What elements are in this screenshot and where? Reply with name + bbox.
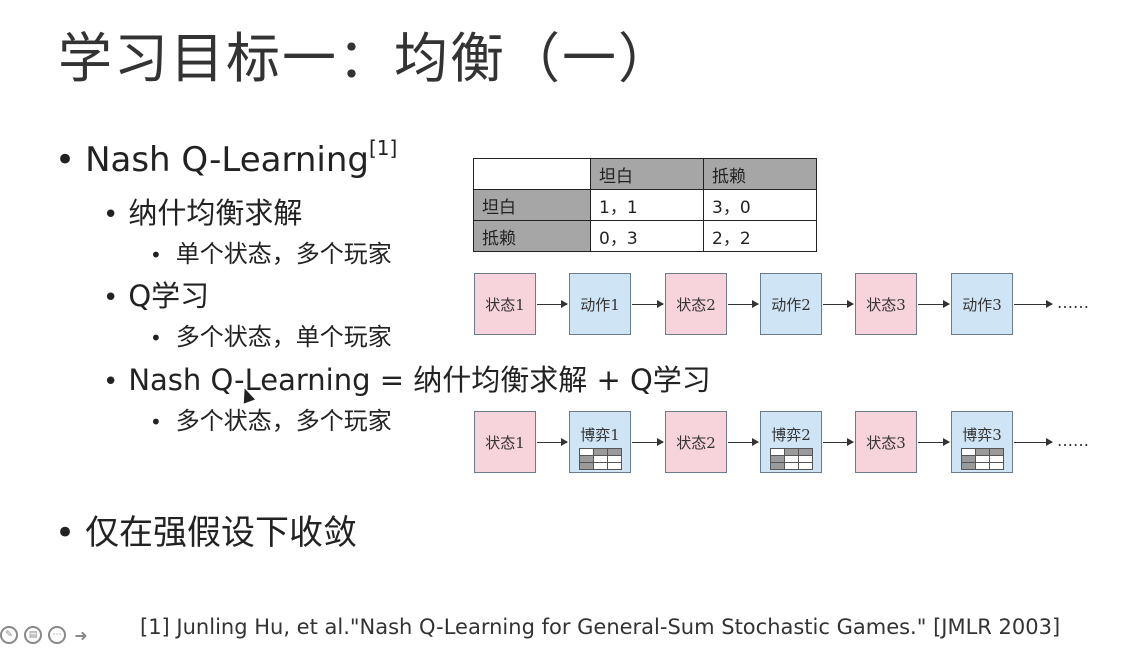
bullet-qlearning-text: Q学习 <box>128 279 210 313</box>
chain-arrow <box>728 300 759 308</box>
chain2-game-node: 博弈3 <box>951 411 1013 473</box>
chain2-game-label: 博弈1 <box>580 426 620 444</box>
bullet-single-state: • 单个状态，多个玩家 <box>150 240 392 268</box>
chain-arrow <box>1014 438 1053 446</box>
payoff-header-row: 坦白 抵赖 <box>473 158 817 190</box>
chain-arrow <box>918 438 950 446</box>
mini-payoff-table-icon <box>769 448 813 470</box>
bullet-combo: • Nash Q-Learning = 纳什均衡求解 + Q学习 <box>103 363 711 397</box>
chain-arrow <box>918 300 950 308</box>
chain1-state-node: 状态3 <box>855 273 917 335</box>
payoff-cell: 3，0 <box>703 189 817 221</box>
chain1-action-node: 动作1 <box>569 273 631 335</box>
slide-icon[interactable]: ▤ <box>24 626 42 644</box>
chain1-ellipsis: …… <box>1057 293 1089 312</box>
payoff-row-header: 抵赖 <box>473 220 591 252</box>
bullet-single-state-text: 单个状态，多个玩家 <box>175 240 392 268</box>
payoff-cell: 2，2 <box>703 220 817 252</box>
bullet-nash-text: Nash Q-Learning <box>85 140 369 180</box>
bullet-nash: • Nash Q-Learning[1] <box>55 136 398 180</box>
payoff-row: 抵赖 0，3 2，2 <box>473 220 817 252</box>
bullet-converge-text: 仅在强假设下收敛 <box>85 513 358 553</box>
chain1-state-node: 状态2 <box>665 273 727 335</box>
reference-footnote: [1] Junling Hu, et al."Nash Q-Learning f… <box>140 615 1061 639</box>
bullet-nash-solve-text: 纳什均衡求解 <box>128 196 303 230</box>
payoff-cell: 0，3 <box>590 220 704 252</box>
chain-arrow <box>537 438 568 446</box>
payoff-cell: 1，1 <box>590 189 704 221</box>
payoff-corner-cell <box>473 158 591 190</box>
chain2-game-label: 博弈3 <box>962 426 1002 444</box>
chain-arrow <box>823 438 854 446</box>
payoff-row-header: 坦白 <box>473 189 591 221</box>
payoff-row: 坦白 1，1 3，0 <box>473 189 817 221</box>
chain-arrow <box>537 300 568 308</box>
slide-title: 学习目标一：均衡（一） <box>58 27 674 90</box>
bullet-multi-state-single: • 多个状态，单个玩家 <box>150 323 392 351</box>
pen-icon[interactable]: ✎ <box>0 626 18 644</box>
presentation-toolbar: ✎ ▤ ⋯ ➜ <box>0 626 90 645</box>
chain2-ellipsis: …… <box>1057 431 1089 450</box>
chain2-state-node: 状态2 <box>665 411 727 473</box>
more-icon[interactable]: ⋯ <box>48 626 66 644</box>
chain2-game-label: 博弈2 <box>771 426 811 444</box>
chain-arrow <box>632 438 664 446</box>
chain-arrow <box>823 300 854 308</box>
payoff-table: 坦白 抵赖 坦白 1，1 3，0 抵赖 0，3 2，2 <box>473 158 817 252</box>
chain2-game-node: 博弈2 <box>760 411 822 473</box>
bullet-qlearning: • Q学习 <box>103 279 210 313</box>
chain1-state-node: 状态1 <box>474 273 536 335</box>
chain2-game-node: 博弈1 <box>569 411 631 473</box>
bullet-nash-solve: • 纳什均衡求解 <box>103 196 303 230</box>
citation-marker: [1] <box>368 136 398 160</box>
chain2-state-node: 状态3 <box>855 411 917 473</box>
bullet-converge: • 仅在强假设下收敛 <box>55 513 358 553</box>
payoff-col-header: 坦白 <box>590 158 704 190</box>
bullet-multi-multi-text: 多个状态，多个玩家 <box>175 407 392 435</box>
payoff-col-header: 抵赖 <box>703 158 817 190</box>
chain-arrow <box>728 438 759 446</box>
chain-arrow <box>1014 300 1053 308</box>
next-arrow-icon[interactable]: ➜ <box>72 626 90 645</box>
chain2-state-node: 状态1 <box>474 411 536 473</box>
chain-arrow <box>632 300 664 308</box>
bullet-multi-multi: • 多个状态，多个玩家 <box>150 407 392 435</box>
chain1-action-node: 动作3 <box>951 273 1013 335</box>
bullet-combo-text: Nash Q-Learning = 纳什均衡求解 + Q学习 <box>128 363 711 397</box>
mini-payoff-table-icon <box>960 448 1004 470</box>
bullet-multi-state-single-text: 多个状态，单个玩家 <box>175 323 392 351</box>
mini-payoff-table-icon <box>578 448 622 470</box>
chain1-action-node: 动作2 <box>760 273 822 335</box>
